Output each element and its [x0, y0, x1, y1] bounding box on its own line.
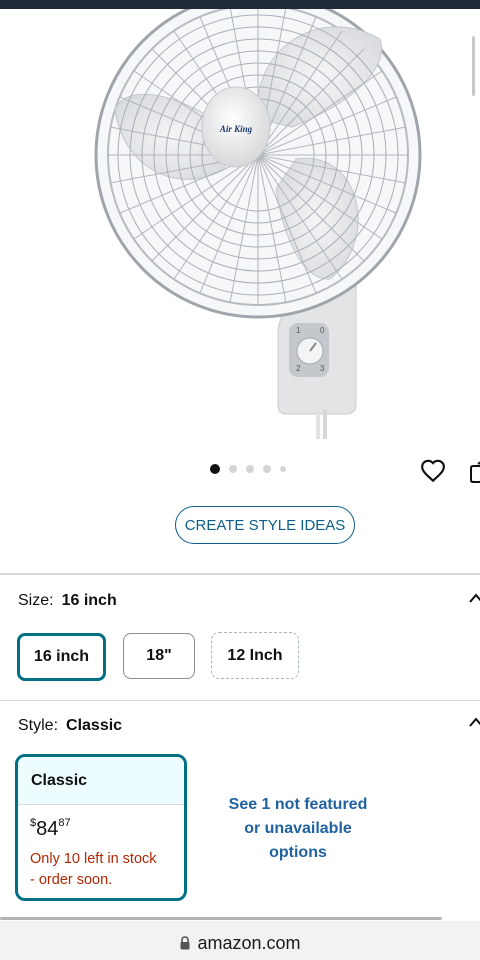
- lock-icon: [180, 936, 190, 950]
- price-whole: 84: [36, 818, 59, 840]
- url-display[interactable]: amazon.com: [0, 933, 480, 954]
- dial-label-2: 2: [296, 364, 301, 373]
- carousel-dot-3[interactable]: [246, 465, 254, 473]
- image-carousel-indicator[interactable]: [210, 464, 286, 474]
- see-unavailable-options-link[interactable]: See 1 not featured or unavailable option…: [206, 793, 390, 865]
- divider: [0, 700, 480, 701]
- dial-label-3: 3: [320, 364, 325, 373]
- heart-icon[interactable]: [420, 458, 446, 484]
- see-more-line: or unavailable: [244, 820, 352, 837]
- size-label-row: Size: 16 inch: [18, 592, 117, 610]
- horizontal-scrollbar[interactable]: [0, 917, 442, 920]
- size-label: Size:: [18, 592, 54, 609]
- price-currency: $: [30, 817, 37, 830]
- brand-logo: Air King: [219, 124, 253, 134]
- url-text: amazon.com: [197, 933, 301, 953]
- style-label-row: Style: Classic: [18, 717, 122, 735]
- carousel-dot-4[interactable]: [263, 465, 271, 473]
- see-more-line: options: [269, 844, 327, 861]
- dial-label-0: 0: [320, 326, 325, 335]
- price: $8487: [30, 817, 184, 841]
- size-option-12-inch[interactable]: 12 Inch: [211, 632, 299, 679]
- stock-line: Only 10 left in stock: [30, 851, 157, 867]
- see-more-line: See 1 not featured: [228, 796, 368, 813]
- chevron-up-icon[interactable]: [468, 592, 480, 604]
- style-selected-value: Classic: [66, 717, 123, 734]
- style-option-name: Classic: [18, 757, 184, 805]
- price-fraction: 87: [58, 817, 71, 830]
- style-label: Style:: [18, 717, 59, 734]
- status-bar: [0, 0, 480, 9]
- size-option-16-inch[interactable]: 16 inch: [17, 633, 106, 681]
- size-selected-value: 16 inch: [61, 592, 117, 609]
- stock-line: - order soon.: [30, 872, 113, 888]
- dial-label-1: 1: [296, 326, 301, 335]
- wall-fan-image: 1 0 2 3 Air King: [94, 0, 422, 439]
- carousel-dot-2[interactable]: [229, 465, 237, 473]
- product-image[interactable]: 1 0 2 3 Air King: [0, 0, 480, 449]
- share-icon[interactable]: [468, 458, 480, 484]
- create-style-ideas-button[interactable]: CREATE STYLE IDEAS: [175, 506, 355, 544]
- size-option-18-inch[interactable]: 18": [123, 633, 195, 679]
- stock-status: Only 10 left in stock - order soon.: [30, 849, 184, 891]
- chevron-up-icon[interactable]: [468, 716, 480, 728]
- vertical-scrollbar[interactable]: [472, 36, 475, 96]
- carousel-dot-5[interactable]: [280, 466, 286, 472]
- divider: [0, 573, 480, 575]
- carousel-dot-1[interactable]: [210, 464, 220, 474]
- style-option-classic-card[interactable]: Classic $8487 Only 10 left in stock - or…: [15, 754, 187, 901]
